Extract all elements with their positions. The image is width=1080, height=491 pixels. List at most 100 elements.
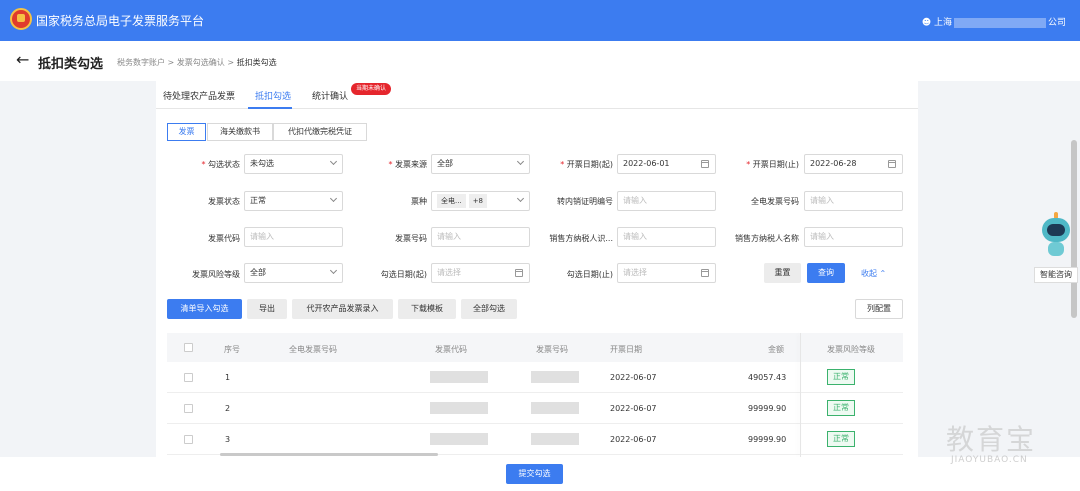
invoice-number-input[interactable]: 请输入 bbox=[431, 227, 530, 247]
breadcrumb-item[interactable]: 税务数字账户 bbox=[117, 58, 165, 67]
unconfirmed-badge: 当期未确认 bbox=[351, 83, 392, 95]
select-date-end-label: 勾选日期(止) bbox=[566, 270, 613, 279]
chevron-down-icon bbox=[516, 194, 525, 203]
ticket-type-label: 票种 bbox=[411, 197, 427, 206]
back-arrow-icon[interactable]: ← bbox=[16, 51, 29, 69]
query-button[interactable]: 查询 bbox=[807, 263, 845, 283]
assistant-robot-icon[interactable] bbox=[1038, 212, 1074, 262]
invoice-source-label: * 发票来源 bbox=[388, 160, 427, 169]
tab-bar: 待处理农产品发票 抵扣勾选 统计确认 当期未确认 bbox=[156, 81, 918, 109]
calendar-icon bbox=[515, 269, 523, 277]
tab-stat-confirm[interactable]: 统计确认 bbox=[312, 89, 348, 102]
import-select-button[interactable]: 清单导入勾选 bbox=[167, 299, 242, 319]
row-seq: 1 bbox=[225, 373, 231, 382]
chevron-down-icon bbox=[329, 266, 338, 275]
download-template-button[interactable]: 下载模板 bbox=[398, 299, 456, 319]
masked-invoice-code bbox=[430, 433, 488, 445]
invoice-status-dropdown[interactable]: 正常 bbox=[244, 191, 343, 211]
page-title: 抵扣类勾选 bbox=[38, 57, 104, 72]
calendar-icon bbox=[701, 269, 709, 277]
calendar-icon bbox=[888, 160, 896, 168]
transfer-cert-no-label: 转内销证明编号 bbox=[557, 197, 613, 206]
breadcrumb-item[interactable]: 发票勾选确认 bbox=[177, 58, 225, 67]
select-date-start-label: 勾选日期(起) bbox=[380, 270, 427, 279]
risk-status-badge: 正常 bbox=[827, 400, 855, 416]
col-risk: 发票风险等级 bbox=[827, 345, 875, 354]
col-code: 发票代码 bbox=[435, 345, 467, 354]
select-all-button[interactable]: 全部勾选 bbox=[461, 299, 517, 319]
table-row[interactable]: 2 2022-06-07 99999.90 正常 bbox=[167, 393, 903, 424]
footer-bar: 提交勾选 bbox=[0, 457, 1080, 491]
select-all-checkbox[interactable] bbox=[184, 343, 193, 352]
row-seq: 2 bbox=[225, 404, 231, 413]
ticket-type-multiselect[interactable]: 全电... +8 bbox=[431, 191, 530, 211]
risk-level-dropdown[interactable]: 全部 bbox=[244, 263, 343, 283]
doc-type-withholding[interactable]: 代扣代缴完税凭证 bbox=[273, 123, 367, 141]
table-row[interactable]: 3 2022-06-07 99999.90 正常 bbox=[167, 424, 903, 455]
invoice-code-input[interactable]: 请输入 bbox=[244, 227, 343, 247]
column-config-button[interactable]: 列配置 bbox=[855, 299, 903, 319]
doc-type-invoice[interactable]: 发票 bbox=[167, 123, 206, 141]
seller-tax-id-input[interactable]: 请输入 bbox=[617, 227, 716, 247]
calendar-icon bbox=[701, 160, 709, 168]
ticket-type-more-tag: +8 bbox=[468, 194, 488, 208]
user-prefix: 上海 bbox=[933, 18, 952, 28]
transfer-cert-no-input[interactable]: 请输入 bbox=[617, 191, 716, 211]
risk-status-badge: 正常 bbox=[827, 369, 855, 385]
invoice-source-dropdown[interactable]: 全部 bbox=[431, 154, 530, 174]
row-seq: 3 bbox=[225, 435, 231, 444]
seller-name-label: 销售方纳税人名称 bbox=[735, 234, 799, 243]
reset-button[interactable]: 重置 bbox=[764, 263, 801, 283]
tab-agri-pending[interactable]: 待处理农产品发票 bbox=[163, 89, 235, 102]
row-checkbox[interactable] bbox=[184, 404, 193, 413]
export-button[interactable]: 导出 bbox=[247, 299, 287, 319]
collapse-link[interactable]: 收起 ⌃ bbox=[861, 268, 886, 279]
chevron-down-icon bbox=[516, 157, 525, 166]
row-date: 2022-06-07 bbox=[610, 435, 657, 444]
col-full-no: 全电发票号码 bbox=[289, 345, 337, 354]
full-invoice-no-input[interactable]: 请输入 bbox=[804, 191, 903, 211]
col-seq: 序号 bbox=[224, 345, 240, 354]
table-horizontal-scrollbar[interactable] bbox=[220, 453, 438, 456]
row-checkbox[interactable] bbox=[184, 435, 193, 444]
select-date-end-field[interactable]: 请选择 bbox=[617, 263, 716, 283]
issue-date-end-field[interactable]: 2022-06-28 bbox=[804, 154, 903, 174]
masked-invoice-number bbox=[531, 371, 579, 383]
masked-invoice-code bbox=[430, 402, 488, 414]
col-amount: 金额 bbox=[768, 345, 784, 354]
agri-entry-button[interactable]: 代开农产品发票录入 bbox=[292, 299, 393, 319]
invoice-status-label: 发票状态 bbox=[208, 197, 240, 206]
issue-date-end-label: * 开票日期(止) bbox=[746, 160, 799, 169]
row-date: 2022-06-07 bbox=[610, 373, 657, 382]
row-checkbox[interactable] bbox=[184, 373, 193, 382]
row-amount: 99999.90 bbox=[748, 435, 787, 444]
issue-date-start-field[interactable]: 2022-06-01 bbox=[617, 154, 716, 174]
chevron-down-icon bbox=[329, 194, 338, 203]
watermark-url: JIAOYUBAO.CN bbox=[951, 455, 1028, 465]
top-bar: 国家税务总局电子发票服务平台 ☻ 上海 公司 bbox=[0, 0, 1080, 41]
masked-invoice-number bbox=[531, 433, 579, 445]
user-account[interactable]: ☻ 上海 公司 bbox=[922, 15, 1066, 28]
masked-invoice-code bbox=[430, 371, 488, 383]
page-header: ← 抵扣类勾选 税务数字账户 > 发票勾选确认 > 抵扣类勾选 bbox=[0, 41, 1080, 81]
row-amount: 99999.90 bbox=[748, 404, 787, 413]
doc-type-customs[interactable]: 海关缴款书 bbox=[207, 123, 273, 141]
breadcrumb-current: 抵扣类勾选 bbox=[236, 58, 277, 67]
user-suffix: 公司 bbox=[1047, 18, 1066, 28]
main-card: 待处理农产品发票 抵扣勾选 统计确认 当期未确认 发票 海关缴款书 代扣代缴完税… bbox=[156, 81, 918, 457]
select-status-dropdown[interactable]: 未勾选 bbox=[244, 154, 343, 174]
select-status-label: * 勾选状态 bbox=[201, 160, 240, 169]
col-date: 开票日期 bbox=[610, 345, 642, 354]
select-date-start-field[interactable]: 请选择 bbox=[431, 263, 530, 283]
invoice-number-label: 发票号码 bbox=[395, 234, 427, 243]
smart-consult-button[interactable]: 智能咨询 bbox=[1034, 267, 1078, 283]
watermark-logo: 教育宝 bbox=[946, 423, 1037, 456]
seller-tax-id-label: 销售方纳税人识... bbox=[549, 234, 613, 243]
table-row[interactable]: 1 2022-06-07 49057.43 正常 bbox=[167, 362, 903, 393]
submit-selection-button[interactable]: 提交勾选 bbox=[506, 464, 563, 484]
masked-company-name bbox=[953, 17, 1046, 28]
masked-invoice-number bbox=[531, 402, 579, 414]
chevron-down-icon bbox=[329, 157, 338, 166]
tab-deduction-select[interactable]: 抵扣勾选 bbox=[255, 89, 291, 102]
seller-name-input[interactable]: 请输入 bbox=[804, 227, 903, 247]
